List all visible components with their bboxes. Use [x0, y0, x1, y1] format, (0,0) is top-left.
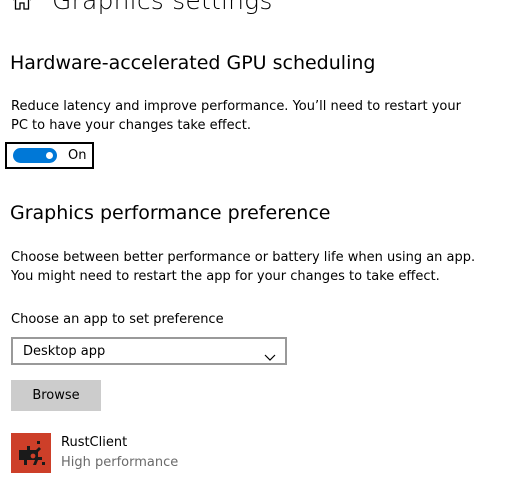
choose-app-label: Choose an app to set preference [11, 312, 224, 327]
toggle-track[interactable] [13, 148, 57, 163]
toggle-state-label: On [68, 148, 87, 163]
dropdown-selected-value: Desktop app [23, 344, 106, 359]
gpu-scheduling-toggle[interactable]: On [5, 142, 94, 169]
toggle-knob [46, 152, 53, 159]
app-preference: High performance [61, 455, 179, 470]
gpu-scheduling-description-line1: Reduce latency and improve performance. … [11, 99, 461, 114]
page-header: Graphics settings [11, 0, 273, 18]
app-type-dropdown[interactable]: Desktop app [11, 337, 287, 365]
home-icon[interactable] [11, 0, 33, 11]
performance-preference-heading: Graphics performance preference [10, 202, 331, 224]
chevron-down-icon [264, 347, 276, 361]
performance-preference-description-line1: Choose between better performance or bat… [11, 250, 476, 265]
performance-preference-description-line2: You might need to restart the app for yo… [11, 269, 440, 284]
gpu-scheduling-description-line2: PC to have your changes take effect. [11, 118, 251, 133]
browse-button[interactable]: Browse [11, 380, 101, 411]
page-title: Graphics settings [52, 0, 273, 15]
gpu-scheduling-heading: Hardware-accelerated GPU scheduling [10, 52, 376, 74]
settings-page: Graphics settings Hardware-accelerated G… [0, 0, 509, 492]
rust-app-icon[interactable] [11, 433, 51, 473]
app-name[interactable]: RustClient [61, 434, 127, 451]
